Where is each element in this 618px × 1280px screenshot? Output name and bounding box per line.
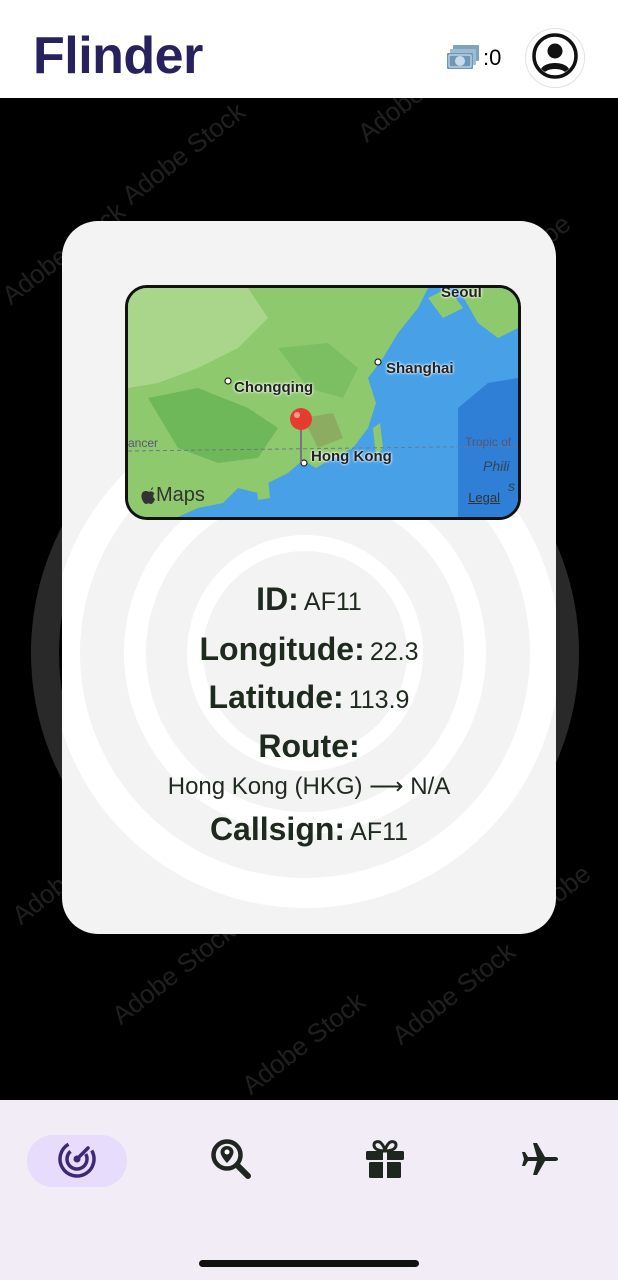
search-location-icon — [209, 1137, 253, 1185]
legal-link[interactable]: Legal — [468, 490, 500, 505]
longitude-label: Longitude: — [199, 631, 365, 667]
flight-map[interactable]: Seoul Shanghai Chongqing Hong Kong Tropi… — [125, 285, 521, 520]
tab-search[interactable] — [181, 1135, 281, 1187]
id-value: AF11 — [303, 588, 362, 616]
app-header: Flinder :0 — [0, 0, 618, 98]
radar-icon — [57, 1139, 97, 1183]
coin-balance[interactable]: :0 — [447, 44, 501, 72]
map-label-philippines: Phili — [483, 458, 510, 474]
apple-icon — [140, 486, 156, 505]
route-label: Route: — [258, 728, 360, 764]
map-label-chongqing: Chongqing — [234, 379, 314, 396]
id-row: ID: AF11 — [62, 583, 556, 615]
map-label-cancer: ancer — [128, 436, 159, 450]
maps-brand: Maps — [140, 484, 205, 507]
flight-card: Seoul Shanghai Chongqing Hong Kong Tropi… — [62, 221, 556, 934]
map-label-hongkong: Hong Kong — [311, 448, 392, 465]
latitude-row: Latitude: 113.9 — [62, 681, 556, 713]
map-label-seoul: Seoul — [441, 285, 482, 301]
tab-radar[interactable] — [27, 1135, 127, 1187]
route-value: Hong Kong (HKG) ⟶ N/A — [167, 773, 451, 800]
maps-brand-text: Maps — [156, 484, 205, 506]
map-label-tropic: Tropic of — [465, 435, 512, 449]
airplane-icon — [519, 1138, 561, 1184]
profile-button[interactable] — [525, 28, 585, 88]
app-title: Flinder — [33, 27, 203, 85]
id-label: ID: — [256, 581, 299, 617]
tab-gift[interactable] — [335, 1135, 435, 1187]
longitude-value: 22.3 — [369, 638, 419, 666]
money-icon — [447, 44, 481, 72]
callsign-row: Callsign: AF11 — [62, 813, 556, 845]
route-row: Route: — [62, 730, 556, 762]
callsign-label: Callsign: — [209, 811, 346, 847]
home-indicator[interactable] — [199, 1260, 419, 1267]
map-label-s: s — [508, 478, 515, 494]
tab-flight[interactable] — [490, 1135, 590, 1187]
gift-icon — [364, 1139, 406, 1183]
account-circle-icon — [531, 32, 579, 84]
longitude-row: Longitude: 22.3 — [62, 633, 556, 665]
latitude-value: 113.9 — [348, 686, 410, 714]
latitude-label: Latitude: — [208, 679, 344, 715]
coin-count: :0 — [483, 45, 502, 70]
callsign-value: AF11 — [350, 818, 409, 846]
map-label-shanghai: Shanghai — [386, 360, 454, 377]
bottom-tab-bar — [0, 1100, 618, 1280]
